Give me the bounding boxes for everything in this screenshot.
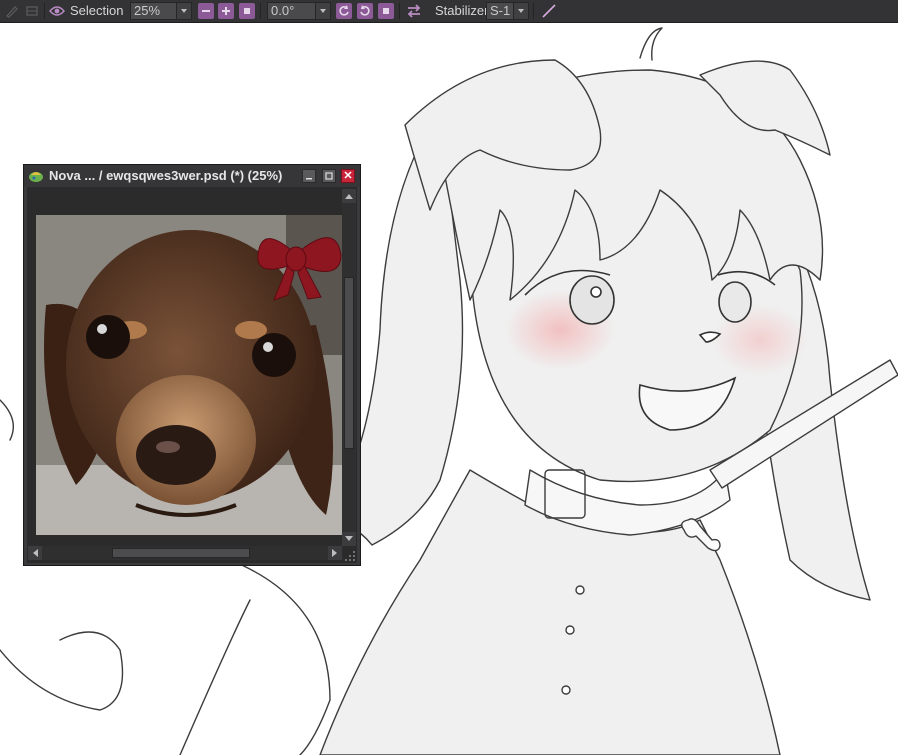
stabilizer-value: S-1 xyxy=(490,3,511,18)
view-mode-label: Selection xyxy=(70,3,124,18)
zoom-in-icon xyxy=(222,7,230,15)
reset-rotation-button[interactable] xyxy=(378,3,394,19)
vertical-scroll-thumb[interactable] xyxy=(344,277,354,449)
hand-left xyxy=(0,399,14,441)
fit-icon xyxy=(244,8,250,14)
tail xyxy=(0,631,124,711)
shirt-button xyxy=(565,625,575,635)
shirt-button xyxy=(561,685,571,695)
chevron-down-icon xyxy=(345,536,353,541)
horizontal-scroll-thumb[interactable] xyxy=(112,548,250,558)
ahoge xyxy=(639,27,663,61)
line-tool-icon xyxy=(542,4,556,18)
maximize-icon xyxy=(325,172,333,180)
toolbar-separator xyxy=(260,3,261,19)
rotation-value: 0.0° xyxy=(271,3,295,18)
zoom-out-icon xyxy=(202,10,210,12)
flip-icon xyxy=(407,4,421,18)
fit-view-button[interactable] xyxy=(239,3,255,19)
toolbar-separator xyxy=(44,3,45,19)
rotate-left-icon xyxy=(339,5,349,16)
reset-rotation-icon xyxy=(383,8,389,14)
toolbar-separator xyxy=(533,3,534,19)
line-tool-button[interactable] xyxy=(539,2,559,20)
shirt-button xyxy=(575,585,585,595)
zoom-select[interactable]: 25% xyxy=(130,2,192,20)
chevron-up-icon xyxy=(345,194,353,199)
rotate-right-icon xyxy=(360,5,370,16)
stabilizer-label: Stabilizer xyxy=(435,3,489,18)
top-toolbar: Selection 25% 0.0° Stabilizer S-1 xyxy=(0,0,898,23)
toolbar-separator xyxy=(399,3,400,19)
iris-left xyxy=(569,275,615,325)
zoom-value: 25% xyxy=(134,3,161,18)
tail xyxy=(229,559,331,755)
navigator-preview-area[interactable] xyxy=(27,187,357,563)
close-button[interactable]: ✕ xyxy=(341,169,355,183)
brush-tool-icon[interactable] xyxy=(3,2,21,20)
app-icon xyxy=(29,172,43,182)
eye-icon[interactable] xyxy=(48,2,66,20)
chevron-down-icon[interactable] xyxy=(176,3,191,19)
rotate-right-button[interactable] xyxy=(357,3,373,19)
canvas-tool-icon[interactable] xyxy=(23,2,41,20)
close-icon: ✕ xyxy=(343,170,353,182)
resize-grip-icon[interactable] xyxy=(344,550,356,562)
iris-right xyxy=(718,281,752,323)
rotate-left-button[interactable] xyxy=(336,3,352,19)
scroll-down-button[interactable] xyxy=(342,532,356,546)
navigator-preview-image xyxy=(36,215,344,535)
navigator-title: Nova ... / ewqsqwes3wer.psd (*) (25%) xyxy=(49,168,283,183)
flip-button[interactable] xyxy=(405,2,423,20)
minimize-icon xyxy=(306,178,312,180)
rotation-select[interactable]: 0.0° xyxy=(267,2,331,20)
stabilizer-select[interactable]: S-1 xyxy=(486,2,529,20)
tail xyxy=(179,599,251,755)
navigator-vertical-scrollbar[interactable] xyxy=(342,189,356,546)
zoom-in-button[interactable] xyxy=(218,3,234,19)
navigator-window: Nova ... / ewqsqwes3wer.psd (*) (25%) ✕ xyxy=(23,164,361,566)
scroll-left-button[interactable] xyxy=(28,546,42,560)
chevron-left-icon xyxy=(33,549,38,557)
navigator-horizontal-scrollbar[interactable] xyxy=(28,546,342,560)
chevron-down-icon[interactable] xyxy=(513,3,528,19)
minimize-button[interactable] xyxy=(302,169,316,183)
zoom-out-button[interactable] xyxy=(198,3,214,19)
chevron-down-icon[interactable] xyxy=(315,3,330,19)
scroll-right-button[interactable] xyxy=(328,546,342,560)
navigator-titlebar[interactable]: Nova ... / ewqsqwes3wer.psd (*) (25%) ✕ xyxy=(24,165,360,187)
scroll-up-button[interactable] xyxy=(342,189,356,203)
chevron-right-icon xyxy=(332,549,337,557)
maximize-button[interactable] xyxy=(322,169,336,183)
